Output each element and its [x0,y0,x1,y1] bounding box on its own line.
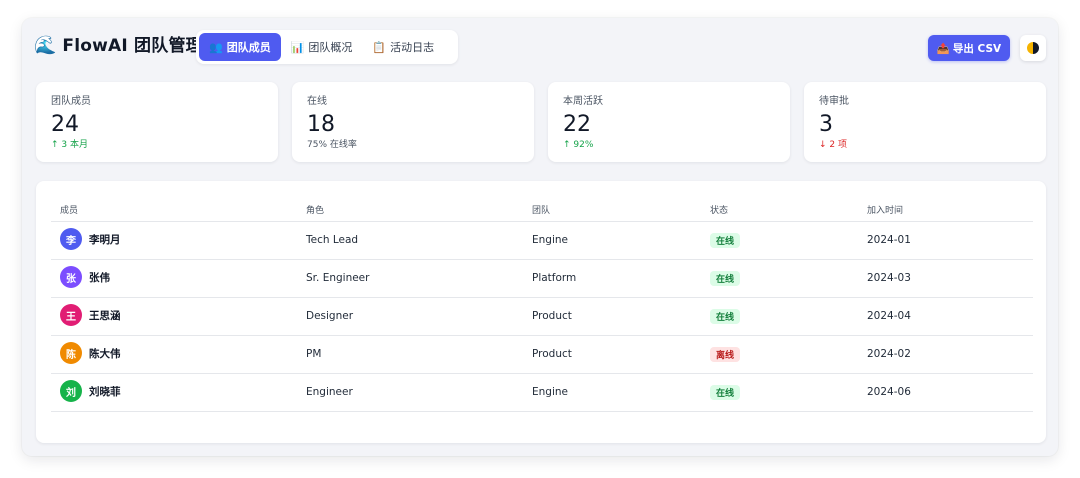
member-role: Designer [306,310,354,322]
status-badge: 在线 [710,385,741,400]
stat-card-online: 在线 18 75% 在线率 [292,82,534,162]
wave-logo-icon: 🌊 [34,35,57,56]
stat-value: 24 [51,112,79,137]
avatar: 李 [60,228,82,250]
member-role: Sr. Engineer [306,272,370,284]
table-row[interactable]: 李 李明月 Tech Lead Engine 在线 2024-01 [51,221,1033,260]
brand: 🌊 FlowAI 团队管理 [34,35,203,57]
join-date: 2024-04 [867,310,911,322]
tab-label: 活动日志 [390,41,435,54]
stat-label: 待审批 [819,96,849,107]
column-header-team[interactable]: 团队 [532,203,550,216]
export-label: 导出 CSV [952,42,1002,55]
app-window: 🌊 FlowAI 团队管理 👥 团队成员 📊 团队概况 📋 活动日志 📤 导出 … [22,18,1058,456]
stat-card-pending: 待审批 3 ↓ 2 项 [804,82,1046,162]
join-date: 2024-02 [867,348,911,360]
table-row[interactable]: 张 张伟 Sr. Engineer Platform 在线 2024-03 [51,259,1033,298]
outbox-icon: 📤 [936,42,950,55]
tab-label: 团队概况 [308,41,353,54]
stat-card-members: 团队成员 24 ↑ 3 本月 [36,82,278,162]
status-badge: 在线 [710,233,741,248]
member-team: Platform [532,272,577,284]
app-title: FlowAI 团队管理 [62,36,203,56]
member-team: Product [532,348,572,360]
avatar: 刘 [60,380,82,402]
half-moon-icon [1027,42,1039,54]
export-csv-button[interactable]: 📤 导出 CSV [928,35,1010,61]
table-row[interactable]: 刘 刘晓菲 Engineer Engine 在线 2024-06 [51,373,1033,412]
stat-label: 本周活跃 [563,96,603,107]
stat-label: 在线 [307,96,327,107]
column-header-joined[interactable]: 加入时间 [867,203,903,216]
people-icon: 👥 [209,40,223,54]
stat-value: 3 [819,112,833,137]
member-role: Tech Lead [306,234,359,246]
view-tabs: 👥 团队成员 📊 团队概况 📋 活动日志 [196,30,458,64]
table-row[interactable]: 王 王思涵 Designer Product 在线 2024-04 [51,297,1033,336]
stat-label: 团队成员 [51,96,91,107]
member-role: Engineer [306,386,353,398]
member-team: Engine [532,234,568,246]
status-badge: 在线 [710,271,741,286]
stat-value: 18 [307,112,335,137]
avatar: 王 [60,304,82,326]
status-badge: 离线 [710,347,741,362]
member-name: 王思涵 [89,310,121,322]
join-date: 2024-01 [867,234,911,246]
column-header-status[interactable]: 状态 [710,203,728,216]
clipboard-icon: 📋 [372,40,387,54]
tab-team-members[interactable]: 👥 团队成员 [199,33,281,61]
stat-trend: 75% 在线率 [307,140,357,150]
member-name: 张伟 [89,272,110,284]
stat-value: 22 [563,112,591,137]
member-name: 李明月 [89,234,121,246]
member-role: PM [306,348,322,360]
members-table: 成员 角色 团队 状态 加入时间 李 李明月 Tech Lead Engine … [36,181,1046,443]
column-header-role[interactable]: 角色 [306,203,324,216]
stat-card-weekly-active: 本周活跃 22 ↑ 92% [548,82,790,162]
avatar: 张 [60,266,82,288]
table-header: 成员 角色 团队 状态 加入时间 [51,195,1033,222]
join-date: 2024-03 [867,272,911,284]
tab-team-overview[interactable]: 📊 团队概况 [281,33,363,61]
table-row[interactable]: 陈 陈大伟 PM Product 离线 2024-02 [51,335,1033,374]
member-name: 刘晓菲 [89,386,121,398]
tab-label: 团队成员 [226,41,271,54]
member-team: Engine [532,386,568,398]
join-date: 2024-06 [867,386,911,398]
stat-trend: ↑ 3 本月 [51,140,88,150]
stat-trend: ↑ 92% [563,140,594,150]
tab-activity-log[interactable]: 📋 活动日志 [362,33,444,61]
member-name: 陈大伟 [89,348,121,360]
app-header: 🌊 FlowAI 团队管理 👥 团队成员 📊 团队概况 📋 活动日志 📤 导出 … [22,18,1058,76]
column-header-member[interactable]: 成员 [60,203,78,216]
status-badge: 在线 [710,309,741,324]
avatar: 陈 [60,342,82,364]
bar-chart-icon: 📊 [290,40,305,54]
member-team: Product [532,310,572,322]
stat-trend: ↓ 2 项 [819,140,847,150]
theme-toggle-button[interactable] [1020,35,1046,61]
